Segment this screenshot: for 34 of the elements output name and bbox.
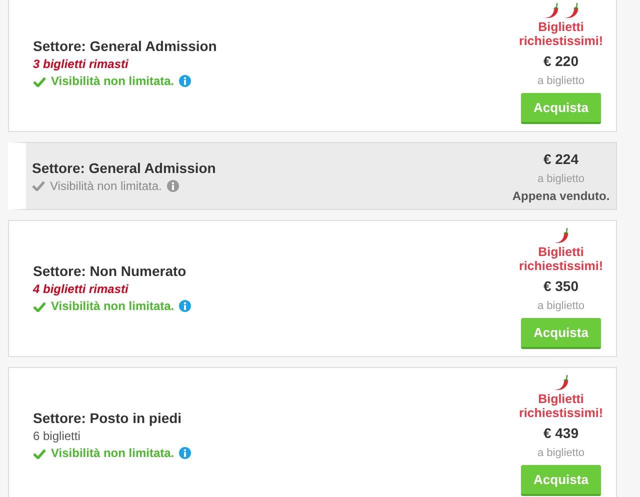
price-unit: a biglietto — [537, 447, 585, 459]
visibility-text: Visibilità non limitata. — [50, 178, 162, 192]
price-unit: a biglietto — [537, 300, 585, 312]
tickets-remaining: 6 biglietti — [33, 429, 82, 443]
sold-status: Appena venduto. — [512, 189, 610, 203]
info-icon[interactable] — [179, 75, 192, 87]
tickets-remaining: 3 biglietti rimasti — [33, 57, 130, 71]
check-icon — [32, 180, 45, 191]
visibility-text: Visibilità non limitata. — [51, 74, 174, 88]
visibility-text: Visibilità non limitata. — [51, 446, 174, 460]
info-icon[interactable] — [166, 180, 179, 192]
check-icon — [33, 76, 46, 86]
price: € 224 — [543, 151, 579, 167]
high-demand-label: Biglietti richiestissimi! — [518, 20, 604, 48]
buy-button[interactable]: Acquista — [521, 318, 601, 349]
buy-button[interactable]: Acquista — [521, 93, 601, 124]
price: € 350 — [543, 278, 579, 294]
info-icon[interactable] — [179, 300, 192, 312]
sector-title: Settore: Posto in piedi — [33, 410, 183, 426]
price-unit: a biglietto — [537, 75, 585, 87]
price: € 439 — [543, 425, 579, 441]
high-demand-label: Biglietti richiestissimi! — [518, 392, 604, 420]
price-unit: a biglietto — [537, 173, 585, 185]
price: € 220 — [543, 53, 579, 69]
info-icon[interactable] — [179, 447, 192, 459]
visibility-text: Visibilità non limitata. — [51, 299, 174, 313]
sector-title: Settore: Non Numerato — [33, 263, 188, 279]
high-demand-label: Biglietti richiestissimi! — [518, 245, 604, 273]
check-icon — [33, 448, 46, 458]
tickets-remaining: 4 biglietti rimasti — [33, 282, 130, 296]
sector-title: Settore: General Admission — [32, 160, 217, 176]
buy-button[interactable]: Acquista — [521, 465, 601, 496]
sector-title: Settore: General Admission — [33, 38, 218, 54]
check-icon — [33, 300, 46, 312]
